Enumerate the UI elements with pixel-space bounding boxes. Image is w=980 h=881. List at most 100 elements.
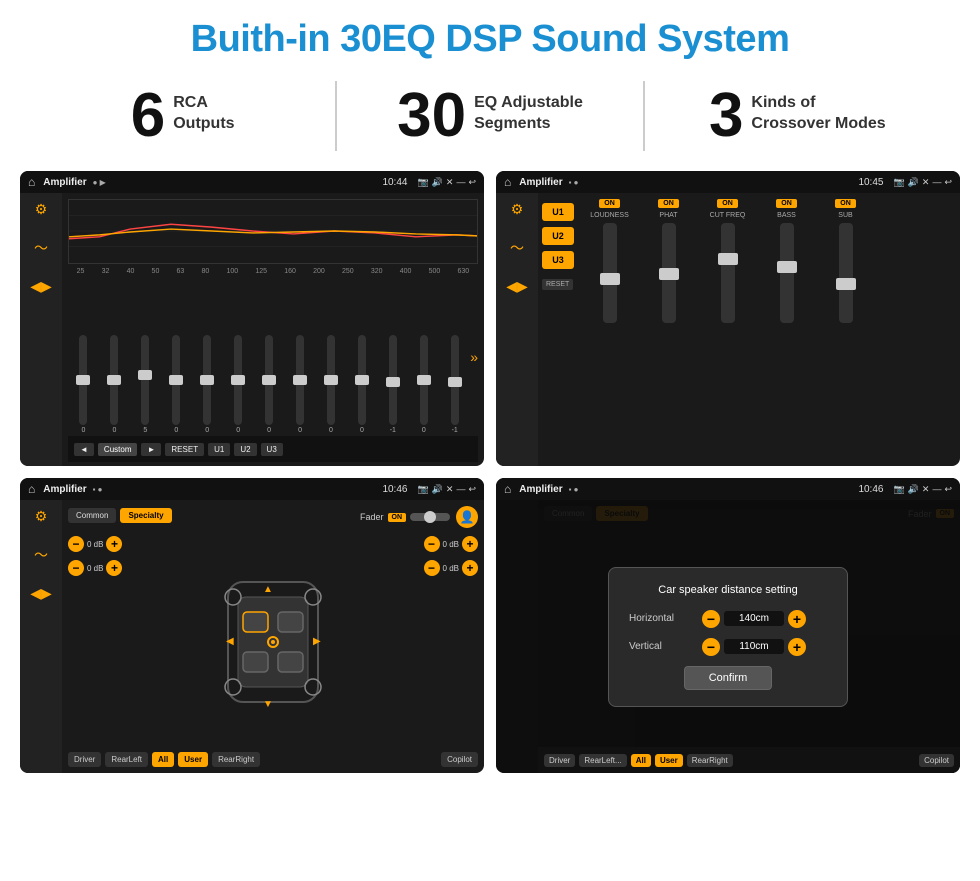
s4-all-btn[interactable]: All — [631, 754, 651, 767]
back-icon-2[interactable]: ↩ — [944, 177, 952, 188]
bass-thumb[interactable] — [777, 261, 797, 273]
close-icon-1[interactable]: ✕ — [446, 177, 454, 188]
eq-thumb-13[interactable] — [448, 377, 462, 387]
bass-toggle[interactable]: ON — [776, 199, 797, 208]
eq-thumb-1[interactable] — [76, 375, 90, 385]
loudness-toggle[interactable]: ON — [599, 199, 620, 208]
confirm-button[interactable]: Confirm — [684, 666, 773, 690]
eq-track-5[interactable] — [203, 335, 211, 425]
amp-vol-icon[interactable]: ◀▶ — [506, 278, 528, 295]
sp-filter-icon[interactable]: ⚙ — [35, 508, 48, 525]
sp-driver-btn[interactable]: Driver — [68, 752, 101, 767]
eq-thumb-7[interactable] — [262, 375, 276, 385]
eq-wave-icon[interactable]: 〜 — [34, 238, 48, 258]
profile-icon[interactable]: 👤 — [456, 506, 478, 528]
sp-rr-minus[interactable]: − — [424, 560, 440, 576]
phat-fader[interactable] — [662, 223, 676, 323]
loudness-thumb[interactable] — [600, 273, 620, 285]
sub-fader[interactable] — [839, 223, 853, 323]
home-icon-2[interactable]: ⌂ — [504, 175, 511, 189]
phat-toggle[interactable]: ON — [658, 199, 679, 208]
eq-thumb-6[interactable] — [231, 375, 245, 385]
eq-track-11[interactable] — [389, 335, 397, 425]
minimize-icon-2[interactable]: — — [932, 177, 941, 188]
sub-thumb[interactable] — [836, 278, 856, 290]
eq-custom-btn[interactable]: Custom — [98, 443, 138, 456]
sp-copilot-btn[interactable]: Copilot — [441, 752, 478, 767]
s4-copilot-btn[interactable]: Copilot — [919, 754, 954, 767]
eq-play-btn[interactable]: ► — [141, 443, 161, 456]
loudness-fader[interactable] — [603, 223, 617, 323]
eq-track-3[interactable] — [141, 335, 149, 425]
horizontal-minus-btn[interactable]: − — [702, 610, 720, 628]
sp-rl-plus[interactable]: + — [106, 560, 122, 576]
eq-thumb-8[interactable] — [293, 375, 307, 385]
eq-track-10[interactable] — [358, 335, 366, 425]
eq-thumb-10[interactable] — [355, 375, 369, 385]
s4-driver-btn[interactable]: Driver — [544, 754, 575, 767]
close-icon-4[interactable]: ✕ — [922, 484, 930, 495]
vertical-minus-btn[interactable]: − — [702, 638, 720, 656]
eq-thumb-5[interactable] — [200, 375, 214, 385]
eq-thumb-2[interactable] — [107, 375, 121, 385]
eq-thumb-3[interactable] — [138, 370, 152, 380]
eq-thumb-9[interactable] — [324, 375, 338, 385]
amp-wave-icon[interactable]: 〜 — [510, 238, 524, 258]
s4-user-btn[interactable]: User — [655, 754, 683, 767]
eq-reset-btn[interactable]: RESET — [165, 443, 204, 456]
sp-rearright-btn[interactable]: RearRight — [212, 752, 260, 767]
eq-thumb-11[interactable] — [386, 377, 400, 387]
amp-reset-btn[interactable]: RESET — [542, 279, 573, 290]
eq-volume-icon[interactable]: ◀▶ — [30, 278, 52, 295]
eq-thumb-12[interactable] — [417, 375, 431, 385]
s4-rearright-btn[interactable]: RearRight — [687, 754, 733, 767]
eq-prev-btn[interactable]: ◄ — [74, 443, 94, 456]
sp-tab-specialty[interactable]: Specialty — [120, 508, 171, 523]
sp-wave-icon[interactable]: 〜 — [34, 545, 48, 565]
back-icon-1[interactable]: ↩ — [468, 177, 476, 188]
eq-track-6[interactable] — [234, 335, 242, 425]
eq-track-12[interactable] — [420, 335, 428, 425]
more-icon[interactable]: » — [470, 349, 478, 365]
eq-u1-btn[interactable]: U1 — [208, 443, 230, 456]
back-icon-4[interactable]: ↩ — [944, 484, 952, 495]
sp-fl-minus[interactable]: − — [68, 536, 84, 552]
eq-filter-icon[interactable]: ⚙ — [35, 201, 48, 218]
home-icon-1[interactable]: ⌂ — [28, 175, 35, 189]
eq-thumb-4[interactable] — [169, 375, 183, 385]
sp-tab-common[interactable]: Common — [68, 508, 116, 523]
cutfreq-fader[interactable] — [721, 223, 735, 323]
horizontal-plus-btn[interactable]: + — [788, 610, 806, 628]
eq-u3-btn[interactable]: U3 — [261, 443, 283, 456]
minimize-icon-1[interactable]: — — [456, 177, 465, 188]
amp-u1-btn[interactable]: U1 — [542, 203, 574, 221]
sp-vol-icon[interactable]: ◀▶ — [30, 585, 52, 602]
s4-rearleft-btn[interactable]: RearLeft... — [579, 754, 626, 767]
vertical-plus-btn[interactable]: + — [788, 638, 806, 656]
sp-all-btn[interactable]: All — [152, 752, 174, 767]
eq-track-4[interactable] — [172, 335, 180, 425]
sp-rearleft-btn[interactable]: RearLeft — [105, 752, 148, 767]
cutfreq-thumb[interactable] — [718, 253, 738, 265]
sp-fl-plus[interactable]: + — [106, 536, 122, 552]
eq-track-1[interactable] — [79, 335, 87, 425]
eq-u2-btn[interactable]: U2 — [234, 443, 256, 456]
sp-fr-minus[interactable]: − — [424, 536, 440, 552]
cutfreq-toggle[interactable]: ON — [717, 199, 738, 208]
eq-track-7[interactable] — [265, 335, 273, 425]
fader-track[interactable] — [410, 513, 450, 521]
amp-u3-btn[interactable]: U3 — [542, 251, 574, 269]
sp-user-btn[interactable]: User — [178, 752, 208, 767]
minimize-icon-4[interactable]: — — [932, 484, 941, 495]
eq-track-2[interactable] — [110, 335, 118, 425]
home-icon-3[interactable]: ⌂ — [28, 482, 35, 496]
minimize-icon-3[interactable]: — — [456, 484, 465, 495]
close-icon-2[interactable]: ✕ — [922, 177, 930, 188]
sub-toggle[interactable]: ON — [835, 199, 856, 208]
sp-fr-plus[interactable]: + — [462, 536, 478, 552]
back-icon-3[interactable]: ↩ — [468, 484, 476, 495]
sp-rl-minus[interactable]: − — [68, 560, 84, 576]
bass-fader[interactable] — [780, 223, 794, 323]
home-icon-4[interactable]: ⌂ — [504, 482, 511, 496]
phat-thumb[interactable] — [659, 268, 679, 280]
